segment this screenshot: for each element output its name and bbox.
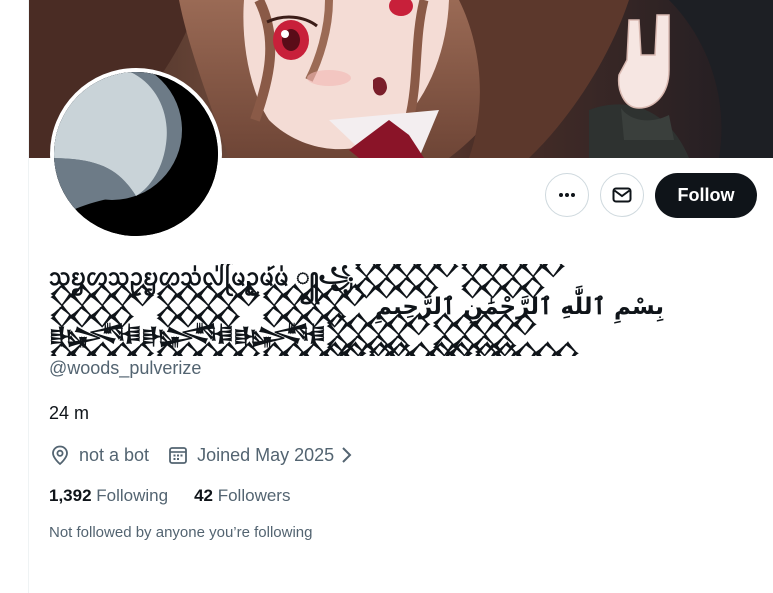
follow-button[interactable]: Follow xyxy=(655,173,757,218)
following-count: 1,392 xyxy=(49,486,97,505)
not-followed-notice: Not followed by anyone you’re following xyxy=(49,524,313,541)
location-text: not a bot xyxy=(79,444,150,465)
location-item: not a bot xyxy=(49,444,149,466)
followers-link[interactable]: 42 Followers xyxy=(194,486,290,506)
more-dots-icon xyxy=(559,193,575,197)
location-pin-icon xyxy=(52,445,68,466)
following-link[interactable]: 1,392 Following xyxy=(49,486,168,506)
chevron-right-icon xyxy=(342,447,352,463)
joined-text: Joined May 2025 xyxy=(197,444,335,465)
follow-counts: 1,392 Following 42 Followers xyxy=(49,486,316,506)
followers-count: 42 xyxy=(194,486,218,505)
profile-page: Follow ᩈᨮᩉᩈᩏᨮᩉᩈ᩵ᩓ᩵ᩕᨾᩏᩬᨾ᩶ᨾ᩵ ꧀꧁𒐫𒐫𒐫𒐫𒐫 بِسْم… xyxy=(0,0,773,593)
joined-item[interactable]: Joined May 2025 xyxy=(167,444,356,466)
followers-label: Followers xyxy=(217,486,291,505)
profile-handle: @woods_pulverize xyxy=(49,358,202,378)
profile-avatar[interactable] xyxy=(50,68,222,240)
following-label: Following xyxy=(96,486,169,505)
message-button[interactable] xyxy=(600,173,644,217)
calendar-icon xyxy=(169,447,187,464)
profile-meta: not a bot Joined May 2025 xyxy=(49,443,356,467)
avatar-image xyxy=(54,72,218,236)
profile-bio: 24 m xyxy=(49,403,90,423)
more-options-button[interactable] xyxy=(545,173,589,217)
profile-display-name: ᩈᨮᩉᩈᩏᨮᩉᩈ᩵ᩓ᩵ᩕᨾᩏᩬᨾ᩶ᨾ᩵ ꧀꧁𒐫𒐫𒐫𒐫𒐫 بِسْمِ ٱللَّ… xyxy=(49,265,665,356)
mail-icon xyxy=(612,187,632,203)
